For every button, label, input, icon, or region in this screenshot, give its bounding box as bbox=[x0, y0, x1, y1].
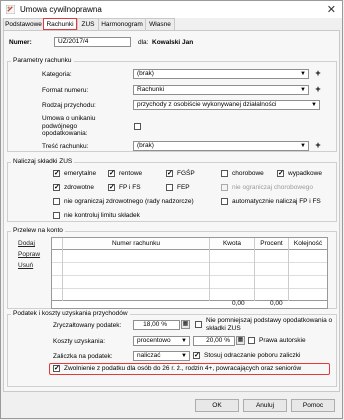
koszty-label: Koszty uzyskania: bbox=[53, 338, 106, 345]
umowa-label: Umowa o unikaniu podwójnego opodatkowani… bbox=[42, 115, 96, 137]
emerytalne-label: emerytalne bbox=[64, 170, 97, 177]
tresc-label: Treść rachunku: bbox=[42, 143, 89, 150]
prawa-autorskie-checkbox[interactable] bbox=[248, 337, 255, 344]
podatek-title: Podatek i koszty uzyskania przychodów bbox=[11, 310, 130, 317]
rodzaj-label: Rodzaj przychodu: bbox=[42, 102, 96, 109]
dialog-window: Umowa cywilnoprawna ✕ Podstawowe Rachunk… bbox=[0, 0, 343, 419]
pomoc-button[interactable]: Pomoc bbox=[291, 399, 335, 412]
fgsp-label: FGŚP bbox=[177, 170, 195, 177]
konto-table[interactable]: Numer rachunku Kwota Procent Kolejność 0… bbox=[51, 237, 328, 309]
fgsp-checkbox[interactable] bbox=[166, 169, 173, 177]
wypadkowe-checkbox[interactable] bbox=[277, 169, 284, 177]
emerytalne-checkbox[interactable] bbox=[53, 169, 60, 177]
nie-pomniejszaj-label: Nie pomniejszaj podstawy opodatkowania o… bbox=[206, 317, 333, 332]
tab-wlasne[interactable]: Własne bbox=[145, 18, 175, 30]
tab-rachunki[interactable]: Rachunki bbox=[43, 18, 77, 30]
title-bar: Umowa cywilnoprawna ✕ bbox=[1, 1, 342, 18]
app-icon bbox=[6, 5, 15, 14]
wypadkowe-label: wypadkowe bbox=[288, 170, 322, 177]
umowa-checkbox[interactable] bbox=[134, 123, 141, 130]
popraw-link[interactable]: Popraw bbox=[18, 251, 40, 258]
auto-fpfs-label: automatycznie naliczaj FP i FS bbox=[232, 198, 321, 205]
chorobowe-checkbox[interactable] bbox=[221, 170, 228, 177]
format-label: Format numeru: bbox=[42, 87, 89, 94]
add-tresc-button[interactable]: + bbox=[314, 141, 322, 151]
nie-ograniczaj-zdrowotnego-label: nie ograniczaj zdrowotnego (rady nadzorc… bbox=[64, 198, 194, 205]
nie-kontroluj-checkbox[interactable] bbox=[53, 212, 60, 219]
fep-label: FEP bbox=[177, 184, 190, 191]
table-header-blank bbox=[52, 238, 63, 249]
tab-zus[interactable]: ZUS bbox=[77, 18, 99, 30]
chevron-down-icon: ▼ bbox=[300, 87, 306, 93]
col-kolejnosc: Kolejność bbox=[289, 238, 327, 249]
col-procent: Procent bbox=[255, 238, 289, 249]
zwolnienie-checkbox[interactable] bbox=[53, 364, 60, 372]
stosuj-odraczanie-label: Stosuj odraczanie poboru zaliczki bbox=[204, 352, 301, 359]
zdrowotne-label: zdrowotne bbox=[64, 184, 94, 191]
kategoria-label: Kategoria: bbox=[42, 71, 72, 78]
chorobowe-label: chorobowe bbox=[232, 170, 264, 177]
auto-fpfs-checkbox[interactable] bbox=[221, 198, 228, 205]
konto-title: Przelew na konto bbox=[11, 227, 65, 234]
format-select[interactable]: Rachunki ▼ bbox=[133, 85, 309, 95]
dla-label: dla: bbox=[138, 39, 149, 46]
usun-link[interactable]: Usuń bbox=[18, 262, 33, 269]
anuluj-button[interactable]: Anuluj bbox=[243, 399, 287, 412]
dla-value: Kowalski Jan bbox=[152, 39, 194, 46]
kategoria-select[interactable]: (brak) ▼ bbox=[133, 69, 309, 79]
zwolnienie-label: Zwolnienie z podatku dla osób do 26 r. ż… bbox=[64, 365, 302, 372]
nie-ograniczaj-chorobowego-label: nie ograniczaj chorobowego bbox=[232, 184, 313, 191]
dodaj-link[interactable]: Dodaj bbox=[18, 240, 35, 247]
tab-harmonogram[interactable]: Harmonogram bbox=[98, 18, 146, 30]
chevron-down-icon: ▼ bbox=[181, 353, 187, 359]
nie-kontroluj-label: nie kontroluj limitu składek bbox=[64, 212, 140, 219]
zryczalt-label: Zryczałtowany podatek: bbox=[53, 322, 122, 329]
rentowe-checkbox[interactable] bbox=[108, 169, 115, 177]
add-kategoria-button[interactable]: + bbox=[314, 69, 322, 79]
numer-input[interactable]: UZ/2017/4 bbox=[54, 37, 131, 47]
close-icon[interactable]: ✕ bbox=[327, 3, 336, 16]
calculator-icon[interactable]: ▦ bbox=[236, 336, 245, 345]
col-numer-rachunku: Numer rachunku bbox=[63, 238, 210, 249]
sum-kwota: 0,00 bbox=[232, 300, 245, 307]
zus-title: Naliczaj składki ZUS bbox=[11, 158, 75, 165]
koszty-input[interactable]: 20,00 % bbox=[193, 336, 235, 346]
fep-checkbox[interactable] bbox=[166, 184, 173, 191]
window-title: Umowa cywilnoprawna bbox=[20, 5, 102, 14]
add-format-button[interactable]: + bbox=[314, 85, 322, 95]
zaliczka-select[interactable]: naliczać ▼ bbox=[133, 351, 190, 361]
ok-button[interactable]: OK bbox=[195, 399, 239, 412]
rodzaj-select[interactable]: przychody z osobiście wykonywanej działa… bbox=[133, 100, 320, 110]
sum-procent: 0,00 bbox=[270, 300, 283, 307]
chevron-down-icon: ▼ bbox=[311, 102, 317, 108]
rentowe-label: rentowe bbox=[119, 170, 143, 177]
calculator-icon[interactable]: ▦ bbox=[181, 320, 190, 329]
nie-pomniejszaj-checkbox[interactable] bbox=[195, 321, 202, 328]
numer-label: Numer: bbox=[9, 39, 32, 46]
fpfs-checkbox[interactable] bbox=[108, 183, 115, 191]
nie-ograniczaj-chorobowego-checkbox[interactable] bbox=[221, 184, 228, 191]
prawa-autorskie-label: Prawa autorskie bbox=[259, 337, 306, 344]
params-title: Parametry rachunku bbox=[11, 57, 74, 64]
chevron-down-icon: ▼ bbox=[300, 143, 306, 149]
tab-podstawowe[interactable]: Podstawowe bbox=[3, 18, 44, 30]
nie-ograniczaj-zdrowotnego-checkbox[interactable] bbox=[53, 198, 60, 205]
koszty-select[interactable]: procentowo ▼ bbox=[133, 336, 190, 346]
col-kwota: Kwota bbox=[210, 238, 255, 249]
tresc-select[interactable]: (brak) ▼ bbox=[133, 141, 309, 151]
chevron-down-icon: ▼ bbox=[181, 338, 187, 344]
zaliczka-label: Zaliczka na podatek: bbox=[53, 353, 113, 360]
stosuj-odraczanie-checkbox[interactable] bbox=[193, 351, 200, 359]
fpfs-label: FP i FS bbox=[119, 184, 141, 191]
zryczalt-input[interactable]: 18,00 % bbox=[133, 320, 180, 330]
chevron-down-icon: ▼ bbox=[300, 71, 306, 77]
zdrowotne-checkbox[interactable] bbox=[53, 183, 60, 191]
